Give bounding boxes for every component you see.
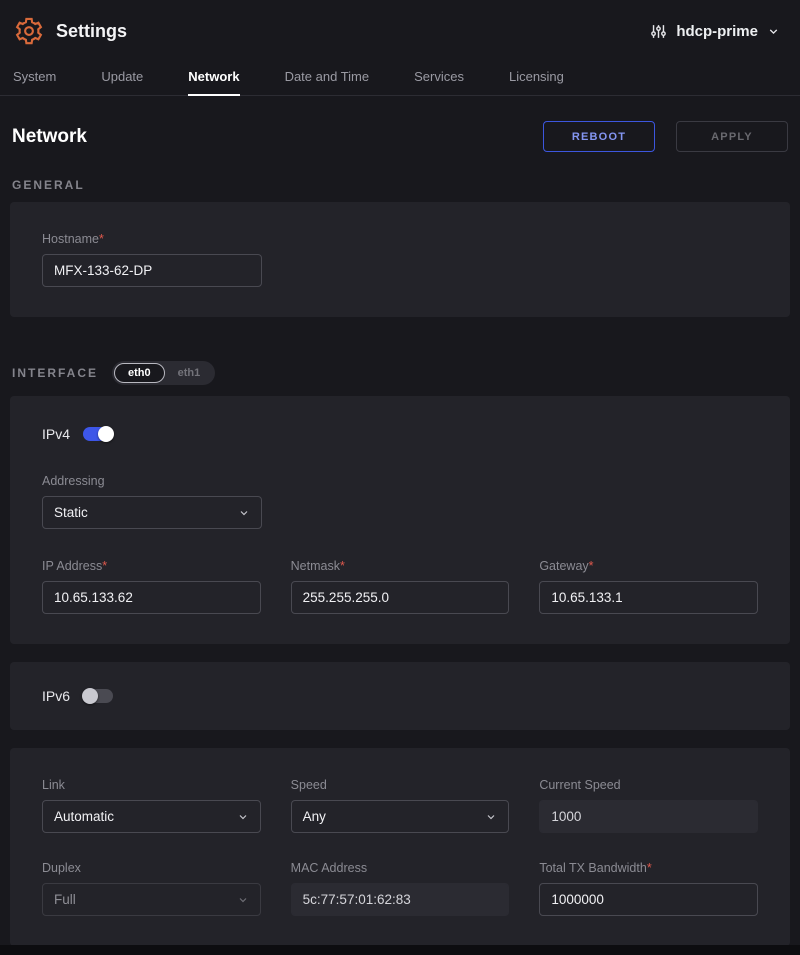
port-tab-eth1[interactable]: eth1 <box>165 364 214 382</box>
ipv6-toggle-row: IPv6 <box>42 688 758 704</box>
required-marker: * <box>102 559 107 573</box>
ip-address-input[interactable] <box>42 581 261 614</box>
bottom-strip <box>0 945 800 955</box>
duplex-field-group: Duplex Full <box>42 861 261 916</box>
interface-section-label: INTERFACE <box>12 366 98 380</box>
hostname-field-group: Hostname* <box>42 232 262 287</box>
ipv6-card: IPv6 <box>10 662 790 730</box>
link-settings-card: Link Automatic Speed Any Cur <box>10 748 790 946</box>
netmask-field-group: Netmask* <box>291 559 510 614</box>
page-head: Network REBOOT APPLY <box>10 121 790 152</box>
action-buttons: REBOOT APPLY <box>543 121 788 152</box>
chevron-down-icon <box>485 811 497 823</box>
addressing-label: Addressing <box>42 474 262 488</box>
ipv6-label: IPv6 <box>42 688 70 704</box>
tab-date-and-time[interactable]: Date and Time <box>285 62 370 95</box>
port-tab-eth0[interactable]: eth0 <box>114 363 165 383</box>
speed-field-group: Speed Any <box>291 778 510 833</box>
speed-value: Any <box>303 809 326 824</box>
tab-services[interactable]: Services <box>414 62 464 95</box>
ip-address-field-group: IP Address* <box>42 559 261 614</box>
duplex-label: Duplex <box>42 861 261 875</box>
netmask-label: Netmask* <box>291 559 510 573</box>
hostname-label: Hostname* <box>42 232 262 246</box>
ipv6-toggle[interactable] <box>83 689 113 703</box>
general-card: Hostname* <box>10 202 790 317</box>
header-left: Settings <box>14 16 127 46</box>
page-title: Network <box>12 126 87 148</box>
chevron-down-icon <box>237 894 249 906</box>
gateway-input[interactable] <box>539 581 758 614</box>
gear-icon <box>14 16 44 46</box>
required-marker: * <box>340 559 345 573</box>
ipv4-address-grid: IP Address* Netmask* Gateway* <box>42 559 758 614</box>
ipv4-label: IPv4 <box>42 426 70 442</box>
general-section-label: GENERAL <box>12 178 788 192</box>
link-select[interactable]: Automatic <box>42 800 261 833</box>
gateway-label: Gateway* <box>539 559 758 573</box>
speed-select[interactable]: Any <box>291 800 510 833</box>
ipv4-toggle[interactable] <box>83 427 113 441</box>
reboot-button[interactable]: REBOOT <box>543 121 655 152</box>
mac-address-value: 5c:77:57:01:62:83 <box>291 883 510 916</box>
gateway-field-group: Gateway* <box>539 559 758 614</box>
tab-system[interactable]: System <box>13 62 56 95</box>
toggle-knob <box>98 426 114 442</box>
addressing-field-group: Addressing Static <box>42 474 262 529</box>
tab-licensing[interactable]: Licensing <box>509 62 564 95</box>
tab-network[interactable]: Network <box>188 62 239 95</box>
current-speed-value: 1000 <box>539 800 758 833</box>
toggle-knob <box>82 688 98 704</box>
hostname-input[interactable] <box>42 254 262 287</box>
app-header: Settings hdcp-prime <box>0 0 800 62</box>
interface-port-switch: eth0 eth1 <box>112 361 215 385</box>
link-field-group: Link Automatic <box>42 778 261 833</box>
device-name: hdcp-prime <box>676 23 758 40</box>
addressing-select[interactable]: Static <box>42 496 262 529</box>
mac-address-label: MAC Address <box>291 861 510 875</box>
required-marker: * <box>647 861 652 875</box>
ipv4-toggle-row: IPv4 <box>42 426 758 442</box>
chevron-down-icon <box>237 811 249 823</box>
device-selector[interactable]: hdcp-prime <box>650 23 780 40</box>
total-tx-bandwidth-input[interactable] <box>539 883 758 916</box>
tab-update[interactable]: Update <box>101 62 143 95</box>
total-tx-bandwidth-field-group: Total TX Bandwidth* <box>539 861 758 916</box>
link-settings-grid: Link Automatic Speed Any Cur <box>42 778 758 916</box>
speed-label: Speed <box>291 778 510 792</box>
sliders-icon <box>650 23 667 40</box>
ip-address-label: IP Address* <box>42 559 261 573</box>
link-value: Automatic <box>54 809 114 824</box>
mac-address-field-group: MAC Address 5c:77:57:01:62:83 <box>291 861 510 916</box>
duplex-value: Full <box>54 892 76 907</box>
settings-tabbar: System Update Network Date and Time Serv… <box>0 62 800 96</box>
page-app-title: Settings <box>56 21 127 42</box>
interface-section-row: INTERFACE eth0 eth1 <box>12 361 788 385</box>
chevron-down-icon <box>238 507 250 519</box>
addressing-value: Static <box>54 505 88 520</box>
required-marker: * <box>589 559 594 573</box>
current-speed-field-group: Current Speed 1000 <box>539 778 758 833</box>
link-label: Link <box>42 778 261 792</box>
ipv4-card: IPv4 Addressing Static IP Address* Ne <box>10 396 790 644</box>
total-tx-bandwidth-label: Total TX Bandwidth* <box>539 861 758 875</box>
netmask-input[interactable] <box>291 581 510 614</box>
duplex-select: Full <box>42 883 261 916</box>
apply-button[interactable]: APPLY <box>676 121 788 152</box>
current-speed-label: Current Speed <box>539 778 758 792</box>
chevron-down-icon <box>767 25 780 38</box>
required-marker: * <box>99 232 104 246</box>
